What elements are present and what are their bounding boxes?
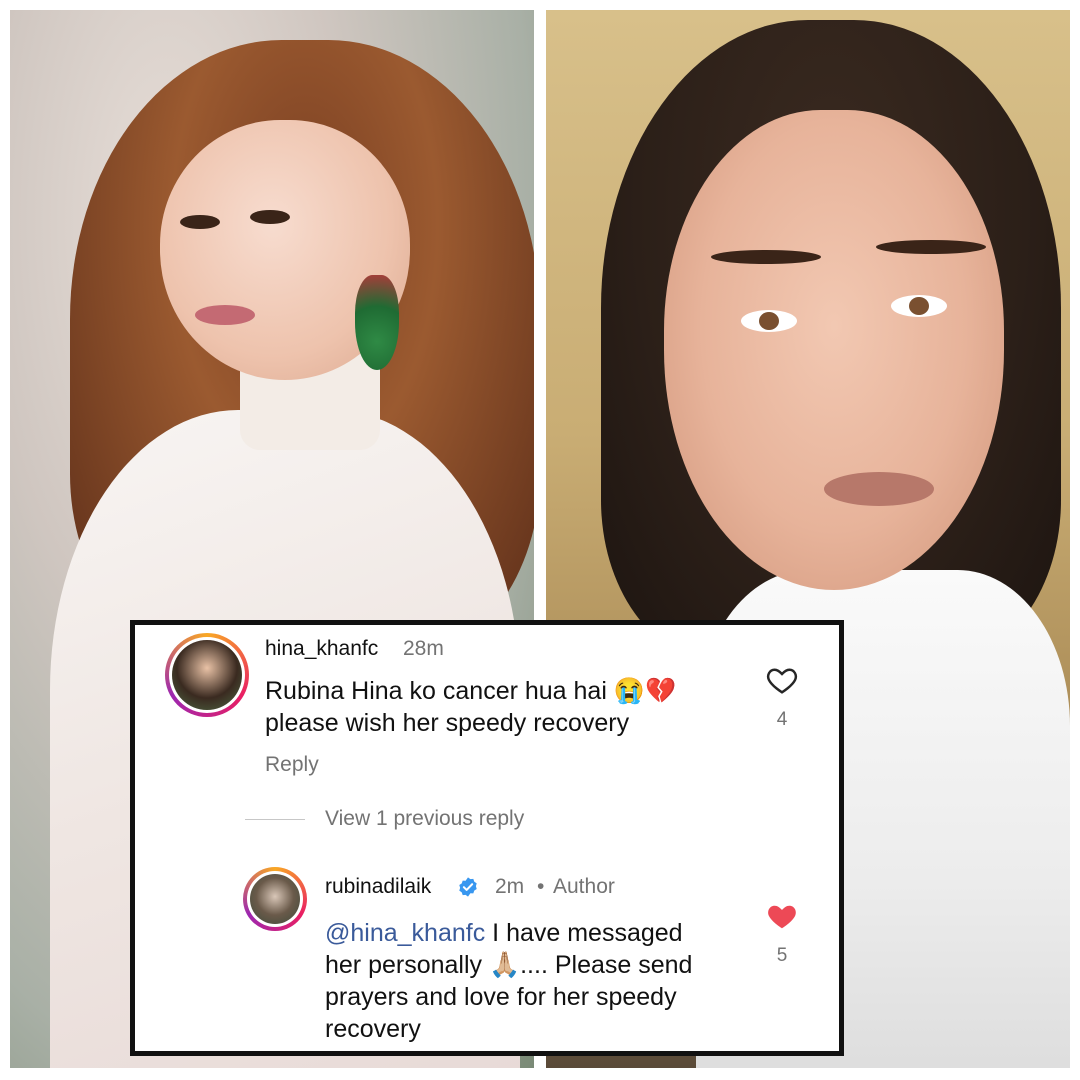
portrait-eye xyxy=(741,310,797,332)
view-previous-replies-button[interactable]: View 1 previous reply xyxy=(325,807,524,831)
comment-text: Rubina Hina ko cancer hua hai 😭💔 please … xyxy=(265,677,677,737)
avatar-hina-khanfc[interactable] xyxy=(165,633,249,717)
portrait-eyebrow xyxy=(711,250,821,264)
avatar-photo xyxy=(250,874,300,924)
comment-text: @hina_khanfc I have messaged her persona… xyxy=(325,917,725,1045)
meta-separator: • xyxy=(537,875,545,898)
like-count: 4 xyxy=(776,709,788,730)
comment-time: 2m xyxy=(495,875,525,898)
like-count: 5 xyxy=(776,945,788,966)
avatar-rubinadilaik[interactable] xyxy=(243,867,307,931)
portrait-eyebrow xyxy=(876,240,986,254)
portrait-eye xyxy=(250,210,290,224)
comment-card: hina_khanfc 28m Rubina Hina ko cancer hu… xyxy=(130,620,844,1056)
comment-username[interactable]: hina_khanfc xyxy=(265,637,378,661)
comment-username[interactable]: rubinadilaik xyxy=(325,875,431,899)
heart-filled-icon[interactable] xyxy=(765,901,799,931)
mention-link[interactable]: @hina_khanfc xyxy=(325,919,485,947)
comment-time: 28m xyxy=(403,637,444,660)
portrait-earring xyxy=(355,275,399,370)
portrait-eye xyxy=(180,215,220,229)
portrait-eye xyxy=(891,295,947,317)
heart-outline-icon[interactable] xyxy=(765,665,799,695)
avatar-photo xyxy=(172,640,242,710)
replies-divider xyxy=(245,819,305,820)
verified-badge-icon xyxy=(459,877,477,897)
author-badge: Author xyxy=(553,875,615,898)
reply-button[interactable]: Reply xyxy=(265,753,319,777)
portrait-lips xyxy=(824,472,934,506)
portrait-lips xyxy=(195,305,255,325)
portrait-face xyxy=(664,110,1004,590)
